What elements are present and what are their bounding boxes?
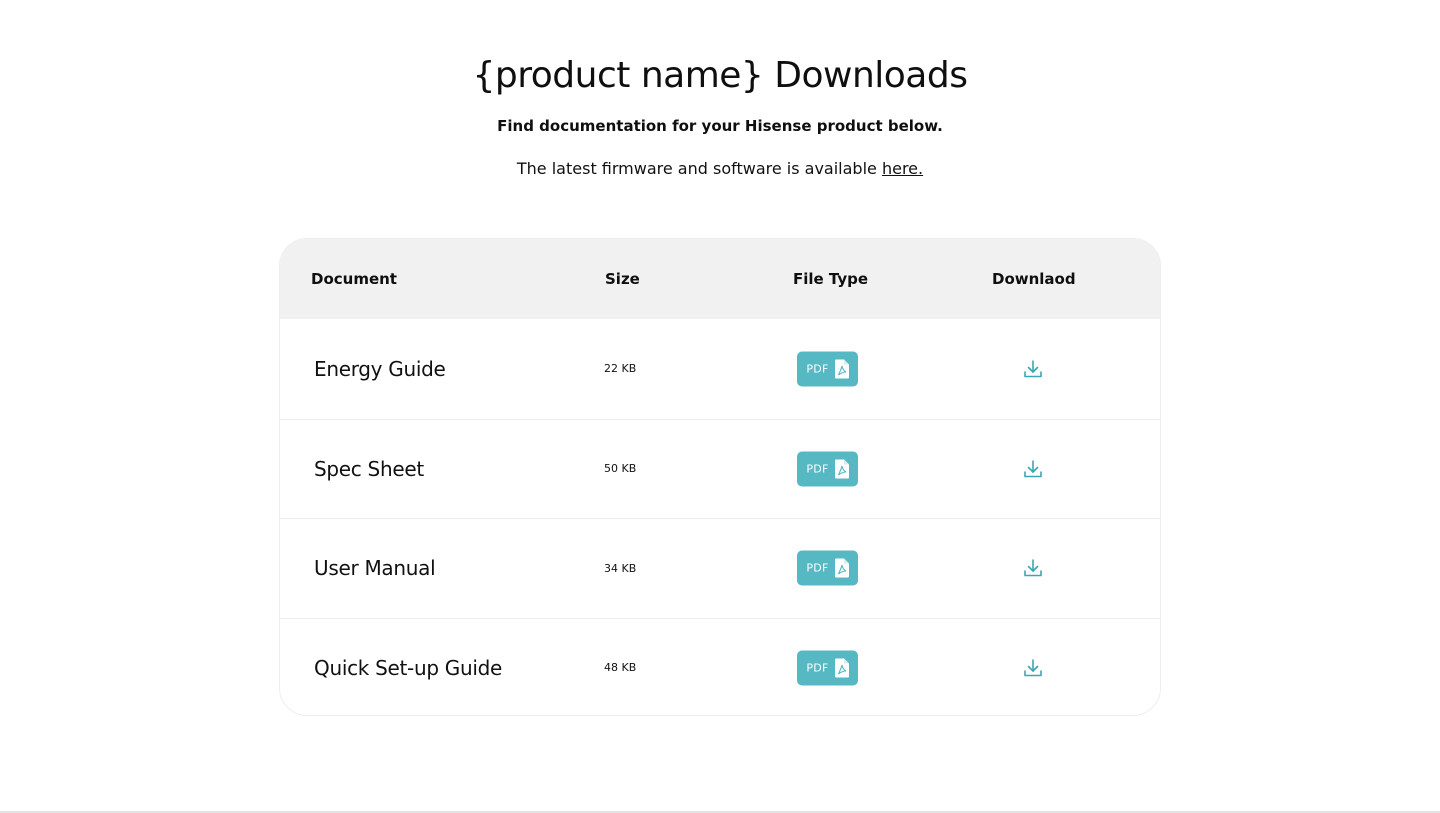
document-name: Quick Set-up Guide	[314, 655, 503, 680]
table-row: Spec Sheet 50 KB PDF	[280, 418, 1160, 519]
download-button[interactable]	[1020, 456, 1046, 482]
downloads-page: {product name} Downloads Find documentat…	[0, 0, 1440, 813]
download-icon	[1024, 559, 1042, 577]
document-size: 22 KB	[604, 362, 637, 376]
table-row: User Manual 34 KB PDF	[280, 518, 1160, 618]
table-body: Energy Guide 22 KB PDF Spec Sheet 50 KB …	[280, 319, 1160, 716]
file-type-badge: PDF	[797, 550, 858, 586]
firmware-note: The latest firmware and software is avai…	[0, 158, 1440, 180]
column-header-size: Size	[605, 270, 640, 288]
document-size: 34 KB	[604, 561, 637, 575]
download-icon	[1024, 658, 1042, 677]
file-type-badge: PDF	[797, 351, 858, 387]
file-type-label: PDF	[806, 362, 829, 376]
file-type-label: PDF	[806, 661, 829, 675]
table-row: Quick Set-up Guide 48 KB PDF	[280, 617, 1160, 716]
pdf-file-icon	[834, 558, 849, 578]
download-button[interactable]	[1020, 356, 1046, 382]
document-size: 48 KB	[604, 661, 637, 675]
download-icon	[1024, 359, 1042, 378]
pdf-file-icon	[834, 658, 849, 678]
file-type-badge: PDF	[797, 650, 858, 686]
page-header: {product name} Downloads Find documentat…	[0, 52, 1440, 180]
column-header-download: Downlaod	[992, 270, 1076, 288]
download-button[interactable]	[1020, 655, 1046, 681]
pdf-file-icon	[834, 359, 849, 379]
downloads-table: Document Size File Type Downlaod Energy …	[279, 238, 1161, 716]
page-title: {product name} Downloads	[472, 55, 968, 96]
download-icon	[1024, 459, 1042, 478]
table-header: Document Size File Type Downlaod	[280, 239, 1160, 319]
file-type-label: PDF	[806, 462, 829, 476]
document-name: Energy Guide	[314, 356, 446, 381]
file-type-label: PDF	[806, 561, 829, 575]
document-name: Spec Sheet	[314, 456, 424, 481]
file-type-badge: PDF	[797, 451, 858, 487]
table-row: Energy Guide 22 KB PDF	[280, 319, 1160, 419]
page-subtitle: Find documentation for your Hisense prod…	[497, 117, 943, 135]
document-name: User Manual	[314, 556, 436, 581]
firmware-link[interactable]: here.	[882, 159, 923, 178]
download-button[interactable]	[1020, 555, 1046, 581]
document-size: 50 KB	[604, 462, 637, 476]
firmware-text: The latest firmware and software is avai…	[516, 159, 882, 178]
column-header-file-type: File Type	[793, 270, 869, 288]
column-header-document: Document	[311, 270, 397, 288]
pdf-file-icon	[834, 459, 849, 479]
